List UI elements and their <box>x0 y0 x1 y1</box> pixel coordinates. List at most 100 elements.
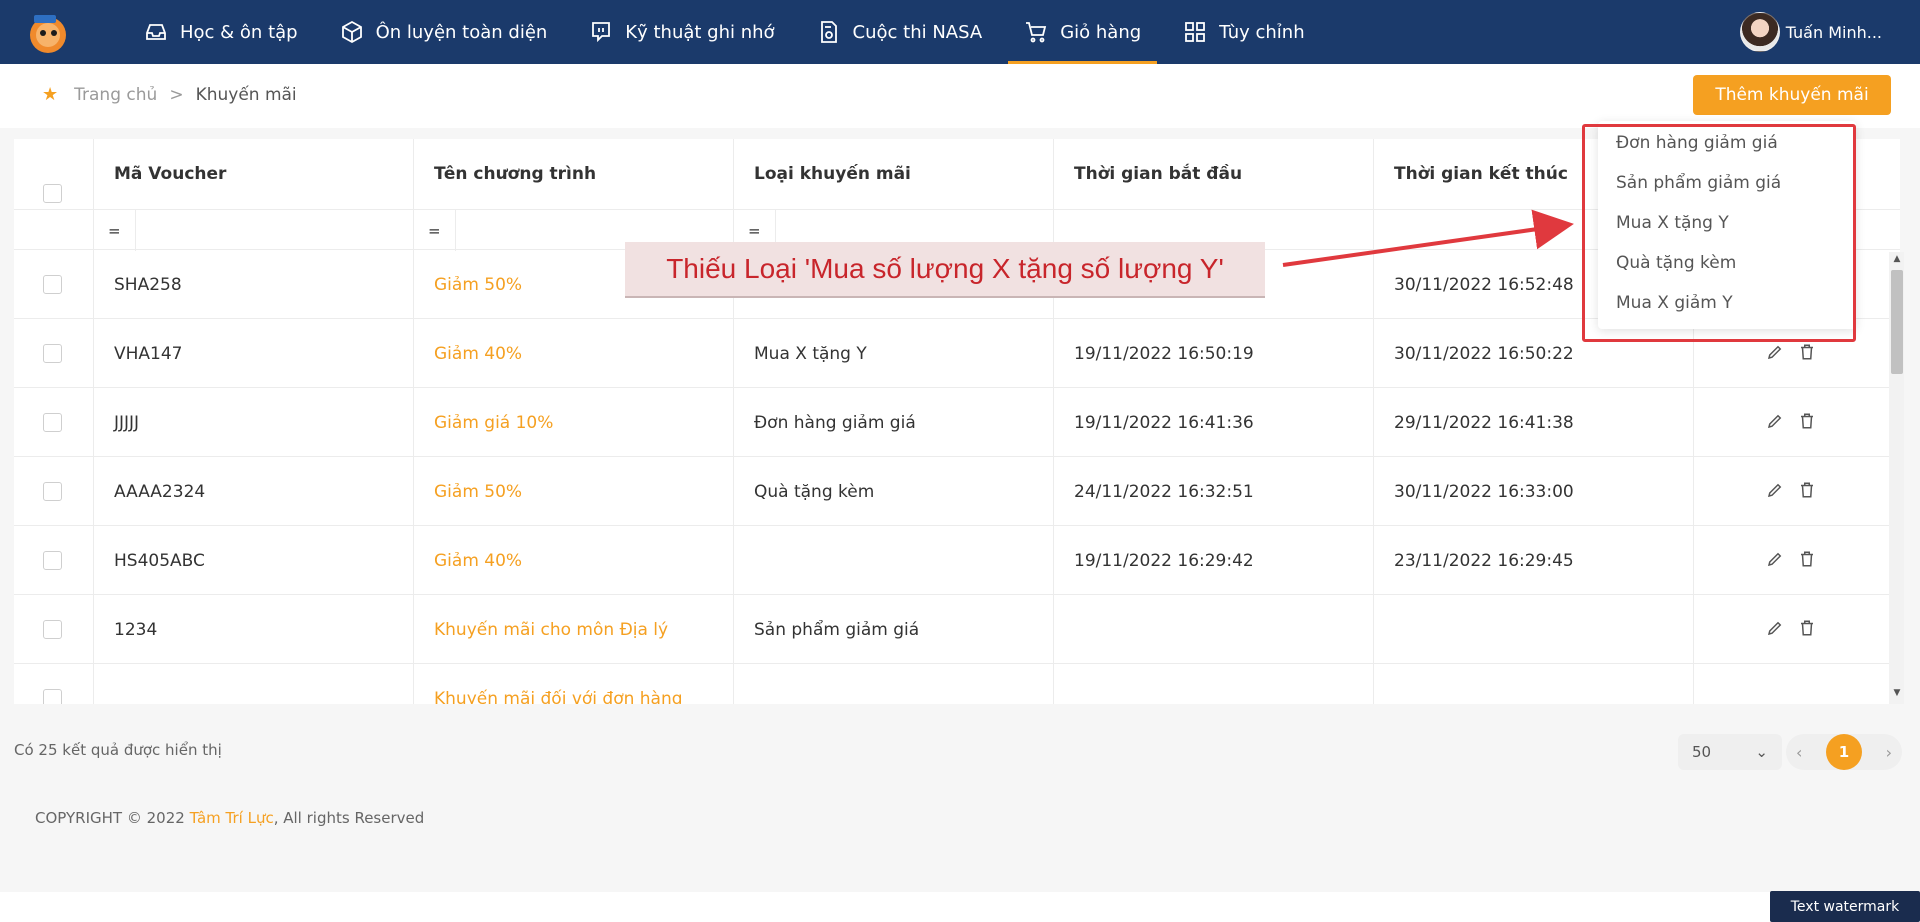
dropdown-option[interactable]: Đơn hàng giảm giá <box>1616 133 1778 153</box>
table-row[interactable]: AAAA2324 Giảm 50% Quà tặng kèm 24/11/2022 1… <box>14 457 1900 526</box>
cart-icon <box>1024 20 1048 44</box>
nav-item-3[interactable]: Cuộc thi NASA <box>815 0 985 64</box>
row-checkbox[interactable] <box>43 620 62 639</box>
user-menu[interactable]: Tuấn Minh... <box>1739 12 1882 52</box>
program-name-link[interactable]: Giảm giá 10% <box>414 388 553 457</box>
scroll-down-arrow-icon[interactable]: ▼ <box>1892 688 1902 698</box>
nav-item-4[interactable]: Giỏ hàng <box>1008 0 1158 64</box>
table-cell: Đơn hàng giảm giá <box>754 412 916 433</box>
star-icon: ★ <box>42 84 59 105</box>
edit-icon[interactable] <box>1766 412 1784 434</box>
trash-icon[interactable] <box>1798 481 1816 503</box>
select-all-checkbox[interactable] <box>43 184 62 203</box>
table-cell: 30/11/2022 16:50:22 <box>1394 343 1574 364</box>
table-row[interactable]: JJJJJ Giảm giá 10% Đơn hàng giảm giá 19/11/… <box>14 388 1900 457</box>
nav-item-label: Học & ôn tập <box>180 21 298 43</box>
column-header[interactable]: Loại khuyến mãi <box>734 139 911 209</box>
watermark-badge: Text watermark <box>1770 891 1920 922</box>
row-checkbox[interactable] <box>43 344 62 363</box>
row-checkbox[interactable] <box>43 413 62 432</box>
chat-bubble-icon <box>589 20 613 44</box>
table-cell: Quà tặng kèm <box>754 481 875 502</box>
table-cell <box>734 526 754 595</box>
footer-brand-link[interactable]: Tâm Trí Lực <box>190 809 274 827</box>
table-cell <box>734 664 754 704</box>
nav-item-5[interactable]: Tùy chỉnh <box>1181 0 1306 64</box>
document-award-icon <box>817 20 841 44</box>
table-row[interactable]: HS405ABC Giảm 40% 19/11/2022 16:29:42 23/11… <box>14 526 1900 595</box>
promotion-type-dropdown: Đơn hàng giảm giá Sản phẩm giảm giá Mua X … <box>1598 121 1856 329</box>
table-cell: Sản phẩm giảm giá <box>754 619 920 640</box>
filter-operator[interactable]: = <box>414 210 456 251</box>
filter-input[interactable] <box>136 211 414 250</box>
program-name-link[interactable]: Giảm 40% <box>414 526 522 595</box>
nav-item-1[interactable]: Ôn luyện toàn diện <box>338 0 550 64</box>
table-cell: AAAA2324 <box>114 481 206 502</box>
page-button-current[interactable]: 1 <box>1826 734 1862 770</box>
footer-prefix: COPYRIGHT © 2022 <box>35 809 190 827</box>
prev-page-icon[interactable]: ‹ <box>1796 743 1802 762</box>
edit-icon[interactable] <box>1766 619 1784 641</box>
table-cell <box>1054 595 1074 664</box>
edit-icon[interactable] <box>1766 550 1784 572</box>
program-name-link[interactable]: Khuyến mãi cho môn Địa lý <box>414 595 668 664</box>
table-row[interactable]: Khuyến mãi đối với đơn hàng <box>14 664 1900 704</box>
annotation-callout: Thiếu Loại 'Mua số lượng X tặng số lượng… <box>625 242 1265 298</box>
footer-copyright: COPYRIGHT © 2022 Tâm Trí Lực, All rights… <box>35 809 424 827</box>
program-name-link[interactable]: Giảm 50% <box>414 457 522 526</box>
edit-icon[interactable] <box>1766 343 1784 365</box>
breadcrumb-home-link[interactable]: Trang chủ <box>74 85 157 105</box>
dropdown-option[interactable]: Sản phẩm giảm giá <box>1616 173 1781 193</box>
inbox-icon <box>144 20 168 44</box>
table-cell: 19/11/2022 16:41:36 <box>1074 412 1254 433</box>
table-cell <box>1054 664 1074 704</box>
program-name-link[interactable]: Khuyến mãi đối với đơn hàng <box>414 664 683 705</box>
row-actions <box>1766 319 1816 388</box>
column-filter: = <box>94 210 414 251</box>
table-scrollbar-thumb[interactable] <box>1891 270 1903 374</box>
row-checkbox[interactable] <box>43 551 62 570</box>
dropdown-option[interactable]: Mua X tặng Y <box>1616 213 1729 233</box>
nav-item-label: Cuộc thi NASA <box>852 21 983 43</box>
table-cell: VHA147 <box>114 343 183 364</box>
breadcrumb-current: Khuyến mãi <box>195 84 297 105</box>
next-page-icon[interactable]: › <box>1886 743 1892 762</box>
nav-item-0[interactable]: Học & ôn tập <box>142 0 300 64</box>
add-promotion-button[interactable]: Thêm khuyến mãi <box>1693 75 1891 115</box>
column-header[interactable]: Tên chương trình <box>414 139 596 209</box>
column-header[interactable]: Thời gian bắt đầu <box>1054 139 1242 209</box>
table-cell: 19/11/2022 16:29:42 <box>1074 550 1254 571</box>
row-checkbox[interactable] <box>43 689 62 704</box>
row-checkbox[interactable] <box>43 482 62 501</box>
table-cell: 30/11/2022 16:52:48 <box>1394 274 1574 295</box>
table-cell: HS405ABC <box>114 550 205 571</box>
pagination: ‹ 1 › <box>1786 734 1902 770</box>
scroll-up-arrow-icon[interactable]: ▲ <box>1892 254 1902 264</box>
dropdown-option[interactable]: Mua X giảm Y <box>1616 293 1733 313</box>
program-name-link[interactable]: Giảm 40% <box>414 319 522 388</box>
row-checkbox[interactable] <box>43 275 62 294</box>
result-count: Có 25 kết quả được hiển thị <box>14 741 222 759</box>
edit-icon[interactable] <box>1766 481 1784 503</box>
trash-icon[interactable] <box>1798 343 1816 365</box>
trash-icon[interactable] <box>1798 619 1816 641</box>
table-cell: 1234 <box>114 619 158 640</box>
page-size-select[interactable]: 50 ⌄ <box>1678 734 1782 770</box>
dropdown-option[interactable]: Quà tặng kèm <box>1616 253 1736 273</box>
table-cell: 24/11/2022 16:32:51 <box>1074 481 1254 502</box>
table-cell: JJJJJ <box>114 412 140 433</box>
program-name-link[interactable]: Giảm 50% <box>414 250 522 319</box>
filter-operator[interactable]: = <box>94 210 136 251</box>
table-row[interactable]: VHA147 Giảm 40% Mua X tặng Y 19/11/2022 16:… <box>14 319 1900 388</box>
column-header[interactable]: Mã Voucher <box>94 139 226 209</box>
app-logo-icon[interactable] <box>24 9 72 55</box>
nav-item-label: Tùy chỉnh <box>1219 21 1305 43</box>
table-cell: 19/11/2022 16:50:19 <box>1074 343 1254 364</box>
row-actions <box>1766 457 1816 526</box>
nav-item-2[interactable]: Kỹ thuật ghi nhớ <box>587 0 776 64</box>
trash-icon[interactable] <box>1798 412 1816 434</box>
trash-icon[interactable] <box>1798 550 1816 572</box>
table-row[interactable]: 1234 Khuyến mãi cho môn Địa lý Sản phẩm gi… <box>14 595 1900 664</box>
column-header[interactable]: Thời gian kết thúc <box>1374 139 1568 209</box>
table-cell: 30/11/2022 16:33:00 <box>1394 481 1574 502</box>
